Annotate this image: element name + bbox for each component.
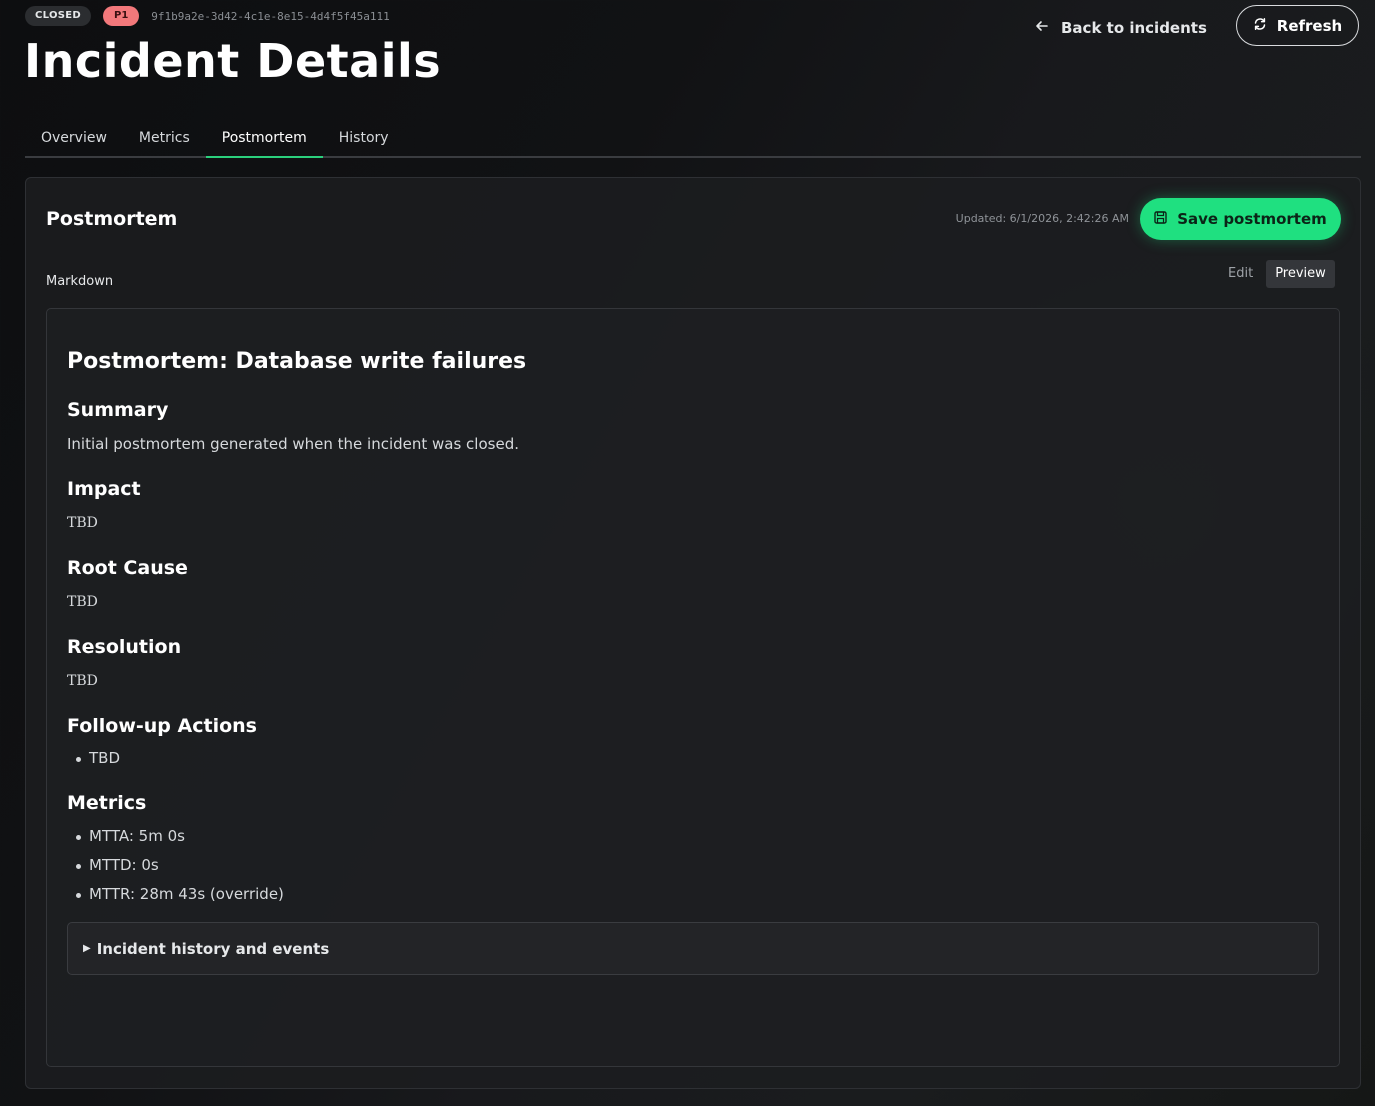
save-button-label: Save postmortem	[1177, 210, 1327, 228]
tab-metrics[interactable]: Metrics	[123, 121, 206, 156]
tab-history[interactable]: History	[323, 121, 405, 156]
status-badge: CLOSED	[25, 6, 91, 26]
resolution-heading: Resolution	[67, 636, 182, 658]
back-link-label: Back to incidents	[1061, 19, 1207, 37]
list-item: MTTR: 28m 43s (override)	[67, 880, 284, 909]
resolution-text: TBD	[67, 673, 98, 689]
edit-mode-button[interactable]: Edit	[1219, 260, 1262, 288]
incident-history-disclosure[interactable]: ▶ Incident history and events	[67, 922, 1319, 975]
postmortem-panel: Postmortem Updated: 6/1/2026, 2:42:26 AM…	[25, 177, 1361, 1089]
follow-up-heading: Follow-up Actions	[67, 715, 257, 737]
save-postmortem-button[interactable]: Save postmortem	[1140, 198, 1341, 240]
header-badges: CLOSED P1 9f1b9a2e-3d42-4c1e-8e15-4d4f5f…	[25, 6, 390, 26]
priority-badge: P1	[103, 6, 140, 26]
preview-mode-button[interactable]: Preview	[1266, 260, 1335, 288]
list-item: MTTD: 0s	[67, 851, 284, 880]
refresh-button[interactable]: Refresh	[1236, 5, 1359, 46]
tab-postmortem[interactable]: Postmortem	[205, 121, 323, 158]
incident-id: 9f1b9a2e-3d42-4c1e-8e15-4d4f5f45a111	[151, 9, 390, 23]
metrics-heading: Metrics	[67, 792, 147, 814]
panel-title: Postmortem	[46, 208, 178, 230]
list-item: MTTA: 5m 0s	[67, 822, 284, 851]
document-title: Postmortem: Database write failures	[67, 349, 527, 374]
refresh-label: Refresh	[1276, 16, 1343, 35]
impact-text: TBD	[67, 515, 98, 531]
summary-text: Initial postmortem generated when the in…	[67, 435, 519, 453]
impact-heading: Impact	[67, 478, 141, 500]
root-cause-text: TBD	[67, 594, 98, 610]
triangle-right-icon: ▶	[83, 943, 91, 954]
updated-timestamp: Updated: 6/1/2026, 2:42:26 AM	[955, 212, 1129, 225]
follow-up-list: TBD	[67, 744, 120, 773]
mode-toggle: Edit Preview	[1219, 260, 1335, 288]
list-item: TBD	[67, 744, 120, 773]
tab-overview[interactable]: Overview	[25, 121, 123, 156]
markdown-preview: Postmortem: Database write failures Summ…	[46, 308, 1340, 1067]
root-cause-heading: Root Cause	[67, 557, 188, 579]
page-title: Incident Details	[24, 34, 442, 88]
floppy-disk-icon	[1154, 210, 1167, 228]
refresh-icon	[1253, 17, 1267, 35]
back-to-incidents-link[interactable]: Back to incidents	[1035, 16, 1207, 40]
markdown-label: Markdown	[46, 274, 114, 289]
metrics-list: MTTA: 5m 0s MTTD: 0s MTTR: 28m 43s (over…	[67, 822, 284, 909]
disclosure-label: Incident history and events	[96, 939, 330, 958]
tab-bar: Overview Metrics Postmortem History	[25, 121, 1361, 158]
arrow-left-icon	[1035, 19, 1049, 37]
summary-heading: Summary	[67, 399, 169, 421]
